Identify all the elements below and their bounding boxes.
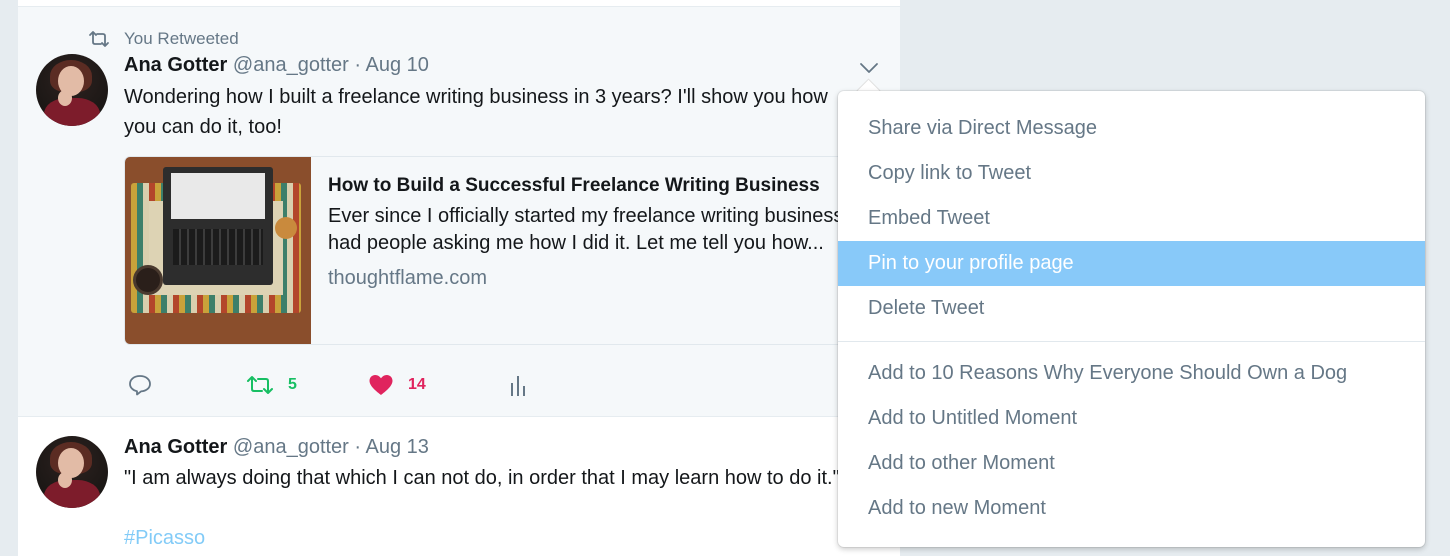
menu-item-embed[interactable]: Embed Tweet (838, 196, 1425, 241)
menu-item-copy-link[interactable]: Copy link to Tweet (838, 151, 1425, 196)
author-handle-date[interactable]: @ana_gotter · Aug 10 (233, 54, 429, 76)
caret-down-icon[interactable] (858, 59, 880, 77)
hashtag-link[interactable]: #Picasso (124, 527, 205, 550)
avatar[interactable] (36, 436, 108, 508)
author-name[interactable]: Ana Gotter (124, 436, 227, 458)
menu-divider (838, 341, 1425, 342)
tweet[interactable]: You Retweeted Ana Gotter @ana_gotter · A… (18, 7, 900, 416)
divider (18, 416, 900, 417)
retweet-context: You Retweeted (88, 29, 239, 49)
tweet-header: Ana Gotter @ana_gotter · Aug 10 (124, 54, 429, 77)
timeline: You Retweeted Ana Gotter @ana_gotter · A… (18, 0, 900, 556)
tweet-text: Wondering how I built a freelance writin… (124, 86, 828, 138)
retweet-icon (89, 31, 109, 47)
retweet-count: 5 (288, 376, 297, 393)
reply-button[interactable] (128, 374, 152, 396)
analytics-button[interactable] (508, 374, 528, 398)
analytics-icon (511, 376, 525, 396)
avatar[interactable] (36, 54, 108, 126)
retweet-icon (247, 376, 273, 394)
like-count: 14 (408, 376, 426, 393)
card-domain: thoughtflame.com (328, 267, 487, 289)
author-name[interactable]: Ana Gotter (124, 54, 227, 76)
card-image (125, 157, 311, 344)
menu-item-delete[interactable]: Delete Tweet (838, 286, 1425, 331)
menu-item-share-dm[interactable]: Share via Direct Message (838, 106, 1425, 151)
menu-item-pin[interactable]: Pin to your profile page (838, 241, 1425, 286)
menu-item-add-untitled-moment[interactable]: Add to Untitled Moment (838, 396, 1425, 441)
menu-item-add-new-moment[interactable]: Add to new Moment (838, 486, 1425, 531)
menu-item-add-other-moment[interactable]: Add to other Moment (838, 441, 1425, 486)
heart-icon (369, 375, 393, 395)
card-title[interactable]: How to Build a Successful Freelance Writ… (328, 175, 888, 197)
retweet-context-label: You Retweeted (124, 29, 239, 48)
menu-item-add-moment-dogs[interactable]: Add to 10 Reasons Why Everyone Should Ow… (838, 351, 1425, 396)
card-description: Ever since I officially started my freel… (328, 205, 886, 254)
card-body: How to Build a Successful Freelance Writ… (328, 175, 888, 290)
reply-icon (129, 375, 151, 396)
tweet-actions-menu: Share via Direct Message Copy link to Tw… (838, 91, 1425, 547)
tweet-header: Ana Gotter @ana_gotter · Aug 13 (124, 436, 429, 459)
like-button[interactable]: 14 (368, 374, 426, 396)
author-handle-date[interactable]: @ana_gotter · Aug 13 (233, 436, 429, 458)
tweet-actions: 5 14 (128, 374, 628, 404)
retweet-button[interactable]: 5 (246, 374, 297, 396)
tweet-text: "I am always doing that which I can not … (124, 467, 840, 489)
link-card[interactable]: How to Build a Successful Freelance Writ… (124, 156, 900, 345)
